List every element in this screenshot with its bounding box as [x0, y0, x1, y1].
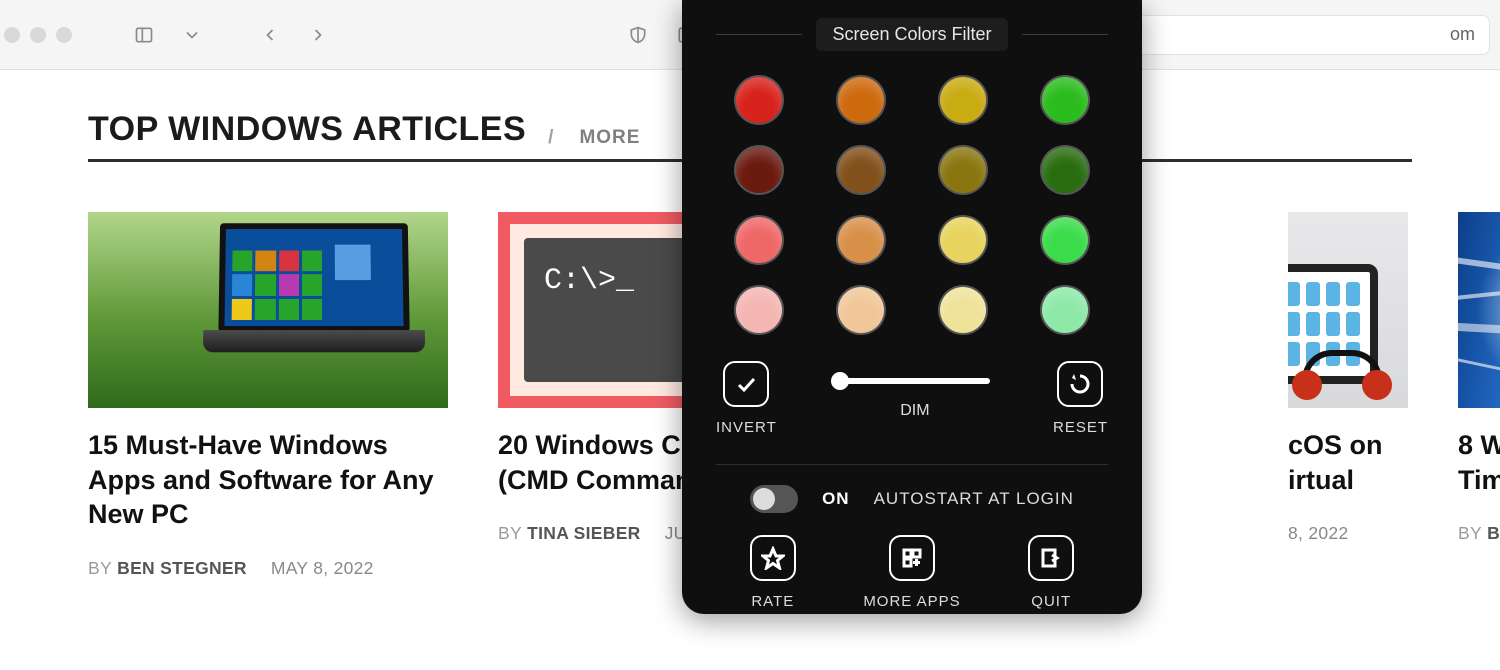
color-swatch-12[interactable]	[736, 287, 782, 333]
invert-label: INVERT	[716, 419, 777, 436]
color-swatch-5[interactable]	[838, 147, 884, 193]
laptop-illustration	[203, 223, 416, 362]
article-title: 8 Ways to Fix Times in Wind	[1458, 428, 1500, 497]
toggle-knob	[753, 488, 775, 510]
article-card[interactable]: 15 Must-Have Windows Apps and Software f…	[88, 212, 448, 579]
check-icon	[734, 372, 758, 396]
divider	[716, 34, 802, 35]
article-date: MAY 8, 2022	[271, 558, 374, 579]
article-card[interactable]: 8 Ways to Fix Times in Wind BY BEN STEGN…	[1458, 212, 1500, 579]
reset-icon	[1068, 372, 1092, 396]
rate-label: RATE	[751, 593, 794, 610]
color-swatch-14[interactable]	[940, 287, 986, 333]
more-apps-button[interactable]	[889, 535, 935, 581]
section-more-link[interactable]: MORE	[579, 127, 640, 149]
forward-button[interactable]	[300, 17, 336, 53]
article-byline: BY BEN STEGNER MAY 8, 2022	[88, 558, 448, 579]
headphones-illustration	[1292, 350, 1402, 400]
color-swatch-7[interactable]	[1042, 147, 1088, 193]
color-swatch-13[interactable]	[838, 287, 884, 333]
apps-icon	[900, 546, 924, 570]
color-swatch-1[interactable]	[838, 77, 884, 123]
section-title: TOP WINDOWS ARTICLES	[88, 110, 526, 149]
color-swatch-10[interactable]	[940, 217, 986, 263]
article-card[interactable]: cOS on irtual 8, 2022	[1288, 212, 1408, 579]
author-name: TINA SIEBER	[527, 523, 641, 543]
article-title: cOS on irtual	[1288, 428, 1408, 497]
close-window-button[interactable]	[4, 27, 20, 43]
star-icon	[761, 546, 785, 570]
more-apps-label: MORE APPS	[863, 593, 960, 610]
dim-label: DIM	[900, 402, 929, 420]
exit-icon	[1039, 546, 1063, 570]
screen-colors-filter-panel: Screen Colors Filter INVERT DIM RESET	[682, 0, 1142, 614]
color-swatch-4[interactable]	[736, 147, 782, 193]
separator-slash: /	[548, 127, 557, 149]
quit-label: QUIT	[1031, 593, 1071, 610]
reset-button[interactable]	[1057, 361, 1103, 407]
article-byline: 8, 2022	[1288, 523, 1408, 544]
autostart-toggle[interactable]	[750, 485, 798, 513]
minimize-window-button[interactable]	[30, 27, 46, 43]
article-thumbnail	[1288, 212, 1408, 408]
article-date: 8, 2022	[1288, 523, 1349, 544]
article-byline: BY BEN STEGNER D	[1458, 523, 1500, 544]
reset-label: RESET	[1053, 419, 1108, 436]
slider-knob[interactable]	[831, 372, 849, 390]
divider	[1022, 34, 1108, 35]
color-swatch-11[interactable]	[1042, 217, 1088, 263]
article-thumbnail	[88, 212, 448, 408]
rate-button[interactable]	[750, 535, 796, 581]
tab-groups-dropdown[interactable]	[174, 17, 210, 53]
color-swatch-3[interactable]	[1042, 77, 1088, 123]
invert-button[interactable]	[723, 361, 769, 407]
panel-title: Screen Colors Filter	[816, 18, 1007, 51]
color-swatch-9[interactable]	[838, 217, 884, 263]
color-swatch-0[interactable]	[736, 77, 782, 123]
cmd-text: C:\>_	[544, 264, 634, 298]
color-swatch-15[interactable]	[1042, 287, 1088, 333]
color-swatch-8[interactable]	[736, 217, 782, 263]
quit-button[interactable]	[1028, 535, 1074, 581]
article-thumbnail	[1458, 212, 1500, 408]
color-swatch-6[interactable]	[940, 147, 986, 193]
sidebar-toggle-button[interactable]	[126, 17, 162, 53]
color-swatch-2[interactable]	[940, 77, 986, 123]
article-title: 15 Must-Have Windows Apps and Software f…	[88, 428, 448, 532]
url-text: om	[1450, 24, 1475, 45]
traffic-lights	[4, 27, 72, 43]
color-swatch-grid	[716, 69, 1108, 343]
back-button[interactable]	[252, 17, 288, 53]
privacy-shield-icon[interactable]	[620, 17, 656, 53]
autostart-label: AUTOSTART AT LOGIN	[874, 489, 1074, 509]
author-name: BEN STEGNER	[1487, 523, 1500, 543]
author-name: BEN STEGNER	[117, 558, 247, 578]
dim-slider[interactable]	[840, 378, 990, 384]
zoom-window-button[interactable]	[56, 27, 72, 43]
on-label: ON	[822, 489, 850, 509]
divider	[716, 464, 1108, 465]
